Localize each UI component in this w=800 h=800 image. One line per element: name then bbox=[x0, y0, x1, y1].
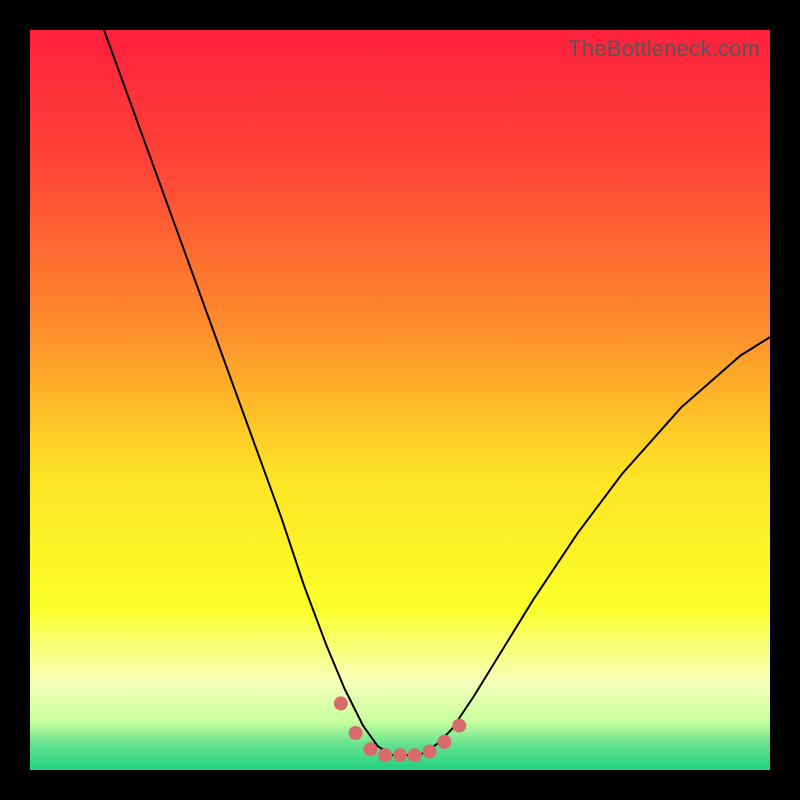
chart-container: TheBottleneck.com bbox=[0, 0, 800, 800]
highlight-dot bbox=[393, 748, 407, 762]
watermark-text: TheBottleneck.com bbox=[568, 36, 760, 62]
highlight-dot bbox=[437, 735, 451, 749]
bottleneck-curve bbox=[104, 30, 770, 755]
plot-area: TheBottleneck.com bbox=[30, 30, 770, 770]
highlight-dot bbox=[363, 742, 377, 756]
curve-layer bbox=[30, 30, 770, 770]
highlight-dot bbox=[423, 745, 437, 759]
highlight-dot bbox=[408, 748, 422, 762]
highlight-dot bbox=[452, 719, 466, 733]
highlight-dot bbox=[378, 748, 392, 762]
highlight-dot bbox=[349, 726, 363, 740]
highlight-dot bbox=[334, 696, 348, 710]
